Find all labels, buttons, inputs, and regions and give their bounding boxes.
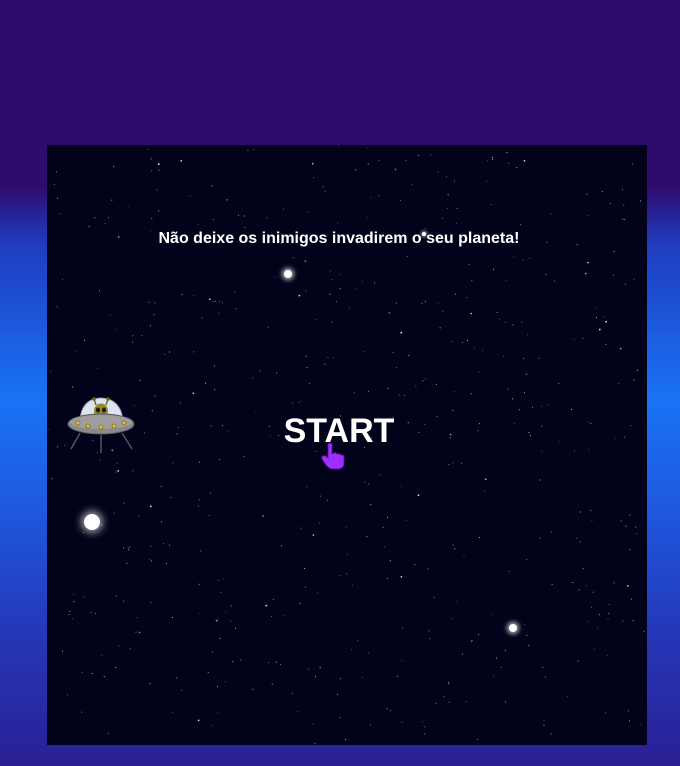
hand-pointer-icon [321, 442, 345, 470]
game-tagline: Não deixe os inimigos invadirem o seu pl… [158, 230, 520, 247]
ufo-enemy-icon [67, 397, 135, 453]
glowing-star [84, 514, 100, 530]
glowing-star [509, 624, 517, 632]
glowing-star [284, 270, 292, 278]
game-area[interactable]: Não deixe os inimigos invadirem o seu pl… [47, 145, 647, 745]
